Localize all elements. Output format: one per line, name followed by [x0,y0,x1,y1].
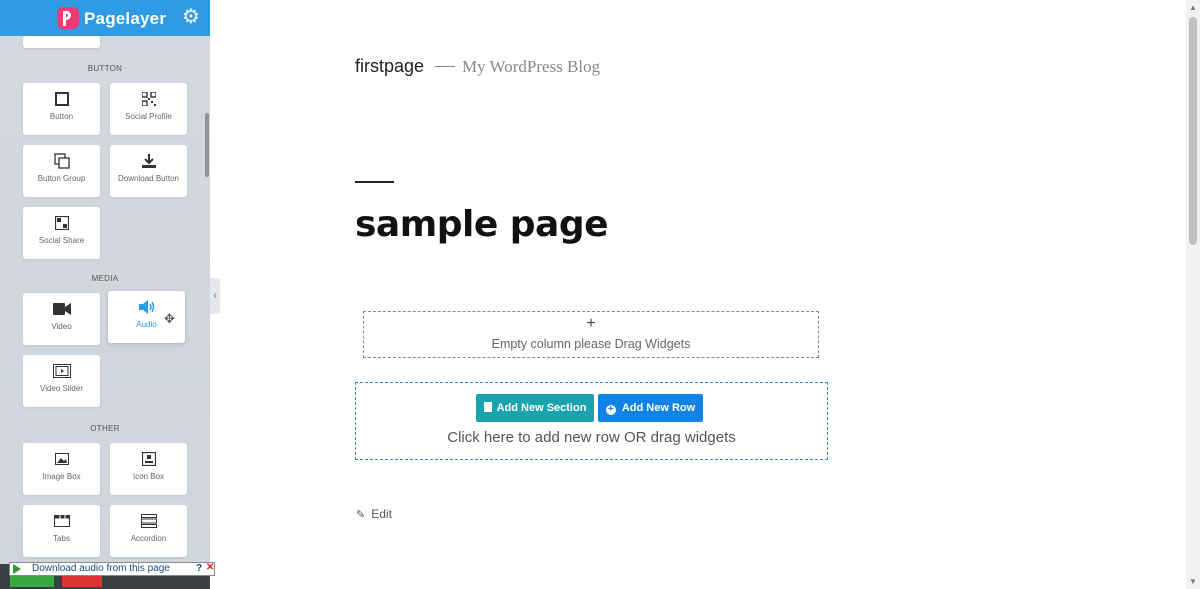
gear-icon[interactable]: ⚙ [181,7,201,27]
widget-label: Tabs [53,534,70,543]
widget-image-box[interactable]: Image Box [23,443,100,495]
download-icon [141,154,156,168]
document-icon [483,402,492,412]
pagelayer-logo-icon [57,7,79,29]
sidebar-collapse-toggle[interactable]: ‹ [210,278,220,314]
widget-button-group[interactable]: Button Group [23,145,100,197]
plus-icon[interactable]: + [364,315,818,333]
pencil-icon: ✎ [356,509,366,521]
widget-label: Icon Box [132,472,165,481]
edit-link[interactable]: ✎ Edit [356,507,392,521]
title-rule [355,181,394,183]
empty-column-text: Empty column please Drag Widgets [491,337,691,351]
download-audio-bar[interactable]: Download audio from this page ? ✕ [9,562,215,576]
icon-box-icon [141,452,156,466]
video-camera-icon [52,303,71,315]
section-title-button: BUTTON [87,64,123,73]
widget-video-slider[interactable]: Video Slider [23,355,100,407]
widget-tile-partial[interactable] [23,36,100,48]
section-title-media: MEDIA [91,274,119,283]
slider-play-icon [52,364,71,378]
update-button[interactable] [10,576,54,587]
widget-download-button[interactable]: Download Button [110,145,187,197]
page-scrollbar-thumb[interactable] [1189,17,1197,245]
widget-accordion[interactable]: Accordion [110,505,187,557]
tabs-icon [53,515,70,527]
site-description: My WordPress Blog [462,57,601,76]
add-row-label: Add New Row [621,402,696,414]
site-title[interactable]: firstpage [355,56,424,77]
widget-tabs[interactable]: Tabs [23,505,100,557]
page-title[interactable]: sample page [355,204,609,245]
widget-label: Social Share [38,236,85,245]
widget-label: Video Slider [40,384,83,393]
accordion-icon [140,514,157,528]
add-row-dropzone[interactable]: Add New Section + Add New Row Click here … [355,382,828,460]
image-icon [54,453,69,465]
download-audio-text[interactable]: Download audio from this page [32,563,170,575]
widget-video[interactable]: Video [23,293,100,345]
add-new-row-button[interactable]: + Add New Row [598,394,703,422]
widget-label: Button [49,112,74,121]
add-zone-text: Click here to add new row OR drag widget… [447,429,736,446]
widget-social-profile[interactable]: Social Profile [110,83,187,135]
widget-label: Video [51,322,72,331]
plus-circle-icon: + [605,405,616,415]
edit-label: Edit [371,507,392,521]
sidebar-header: Pagelayer ⚙ [0,0,210,36]
widget-button[interactable]: Button [23,83,100,135]
scroll-down-arrow-icon[interactable]: ▼ [1189,577,1197,586]
widget-label: Accordion [130,534,167,543]
empty-column-dropzone[interactable]: + Empty column please Drag Widgets [363,311,819,358]
widget-social-share[interactable]: Social Share [23,207,100,259]
widget-label: Download Button [118,174,179,183]
title-separator [435,66,455,67]
copy-icon [53,153,70,169]
move-cursor-icon: ✥ [164,311,175,326]
share-grid-icon [54,216,69,230]
speaker-icon [138,300,154,314]
section-title-other: OTHER [90,424,120,433]
help-icon[interactable]: ? [196,563,202,575]
square-icon [54,92,69,106]
widget-label: Social Profile [125,112,172,121]
qr-code-icon [141,92,156,106]
scroll-up-arrow-icon[interactable]: ▲ [1189,3,1197,12]
widget-icon-box[interactable]: Icon Box [110,443,187,495]
brand-name: Pagelayer [84,9,167,28]
widget-label: Image Box [42,472,81,481]
pagelayer-sidebar: Pagelayer ⚙ BUTTON Button Social Profile… [0,0,210,589]
widget-label: Button Group [37,174,86,183]
add-new-section-button[interactable]: Add New Section [476,394,594,422]
close-editor-button[interactable] [62,576,102,587]
play-icon [13,564,21,574]
close-icon[interactable]: ✕ [206,562,214,574]
sidebar-scrollbar[interactable] [205,113,209,177]
add-section-label: Add New Section [496,402,587,414]
